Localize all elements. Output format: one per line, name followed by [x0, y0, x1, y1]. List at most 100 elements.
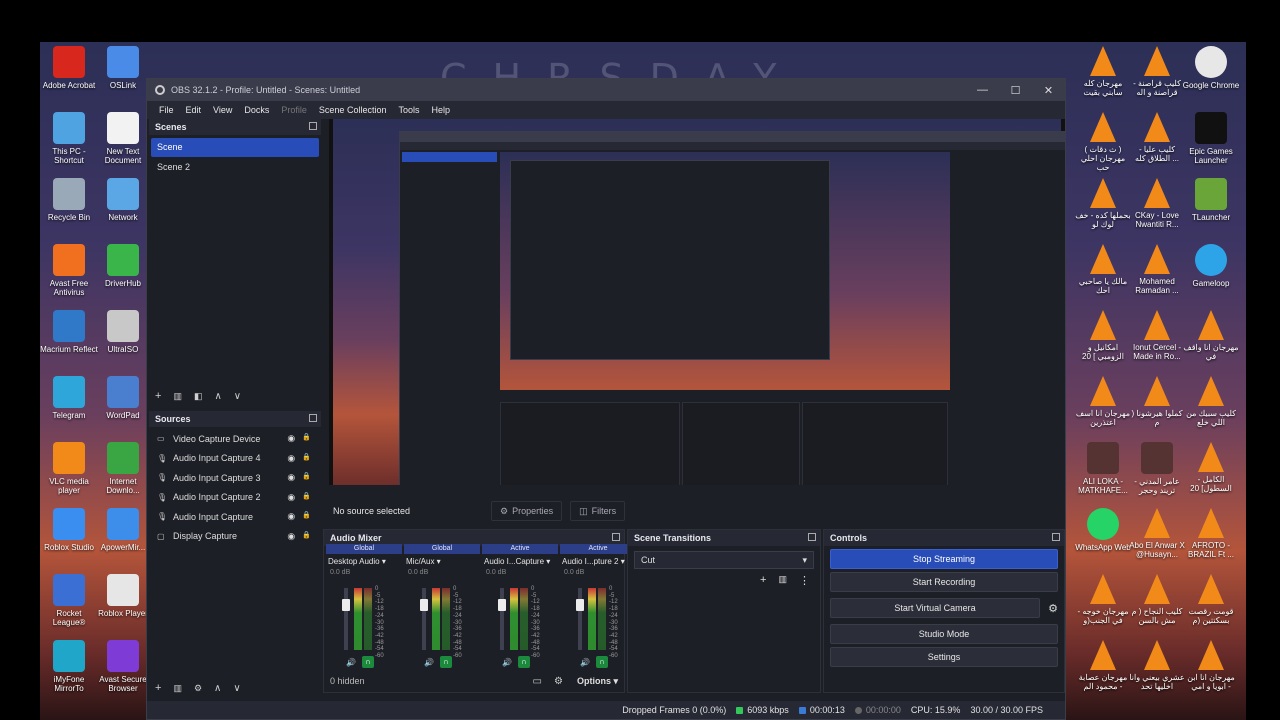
- desktop-icon[interactable]: قومت رقصت بسكتتين (م: [1182, 574, 1240, 625]
- desktop-icon[interactable]: Network: [94, 178, 152, 222]
- desktop-icon[interactable]: كليب سبيك من اللي خلع: [1182, 376, 1240, 427]
- mixer-settings-icon[interactable]: ⚙: [554, 676, 563, 687]
- desktop-icon[interactable]: ApowerMir...: [94, 508, 152, 552]
- lock-icon[interactable]: 🔒: [302, 453, 311, 464]
- desktop-icon[interactable]: Macrium Reflect: [40, 310, 98, 354]
- desktop-icon[interactable]: Avast Free Antivirus: [40, 244, 98, 297]
- source-item[interactable]: 🎙 Audio Input Capture 3 ◉ 🔒: [149, 468, 321, 488]
- source-item[interactable]: 🎙 Audio Input Capture ◉ 🔒: [149, 507, 321, 527]
- desktop-icon[interactable]: Gameloop: [1182, 244, 1240, 288]
- eye-icon[interactable]: ◉: [287, 531, 295, 542]
- eye-icon[interactable]: ◉: [287, 511, 295, 522]
- desktop-icon[interactable]: WhatsApp Web: [1074, 508, 1132, 552]
- menu-edit[interactable]: Edit: [180, 105, 208, 115]
- desktop-icon[interactable]: بحملها كده - خف لوك لو: [1074, 178, 1132, 229]
- headphones-icon[interactable]: ∩: [361, 656, 374, 668]
- desktop-icon[interactable]: Roblox Player: [94, 574, 152, 618]
- fader-knob[interactable]: [498, 599, 506, 611]
- eye-icon[interactable]: ◉: [287, 453, 295, 464]
- speaker-icon[interactable]: 🔊: [424, 658, 434, 667]
- desktop-icon[interactable]: امكانيل و الزومبي ] 20: [1074, 310, 1132, 361]
- properties-button[interactable]: ⚙ Properties: [491, 501, 563, 521]
- speaker-icon[interactable]: 🔊: [580, 658, 590, 667]
- undock-icon[interactable]: [612, 533, 620, 541]
- virtual-camera-settings-icon[interactable]: ⚙: [1042, 602, 1064, 615]
- lock-icon[interactable]: 🔒: [302, 492, 311, 503]
- scene-item[interactable]: Scene: [151, 138, 319, 157]
- move-down-icon[interactable]: ∨: [233, 683, 240, 694]
- desktop-icon[interactable]: كليب عليا - الطلاق كله ...: [1128, 112, 1186, 163]
- channel-name[interactable]: Audio I...Capture ▾: [482, 554, 558, 569]
- desktop-icon[interactable]: Ionut Cercel - Made in Ro...: [1128, 310, 1186, 361]
- desktop-icon[interactable]: كليب قراصنة - قراصنة و اله: [1128, 46, 1186, 97]
- menu-file[interactable]: File: [153, 105, 180, 115]
- stop-streaming-button[interactable]: Stop Streaming: [830, 549, 1058, 569]
- desktop-icon[interactable]: iMyFone MirrorTo: [40, 640, 98, 693]
- minimize-button[interactable]: —: [966, 84, 999, 97]
- desktop-icon[interactable]: Mohamed Ramadan ...: [1128, 244, 1186, 295]
- remove-source-icon[interactable]: ▥: [173, 683, 182, 694]
- volume-fader[interactable]: [342, 588, 350, 650]
- desktop-icon[interactable]: مهرجان عصابة محمود الم -: [1074, 640, 1132, 691]
- menu-view[interactable]: View: [207, 105, 238, 115]
- desktop-icon[interactable]: Abo El Anwar X @Husayn...: [1128, 508, 1186, 559]
- desktop-icon[interactable]: كملوا هيرشونا ( م: [1128, 376, 1186, 427]
- desktop-icon[interactable]: OSLink: [94, 46, 152, 90]
- volume-fader[interactable]: [420, 588, 428, 650]
- desktop-icon[interactable]: مهرجان انا اسف اعتذرين: [1074, 376, 1132, 427]
- desktop-icon[interactable]: New Text Document: [94, 112, 152, 165]
- desktop-icon[interactable]: UltraISO: [94, 310, 152, 354]
- desktop-icon[interactable]: ( ث دقات ) مهرجان احلي حب: [1074, 112, 1132, 172]
- source-item[interactable]: ▭ Video Capture Device ◉ 🔒: [149, 429, 321, 449]
- settings-button[interactable]: Settings: [830, 647, 1058, 667]
- desktop-icon[interactable]: Epic Games Launcher: [1182, 112, 1240, 165]
- eye-icon[interactable]: ◉: [287, 492, 295, 503]
- desktop-icon[interactable]: Internet Downlo...: [94, 442, 152, 495]
- headphones-icon[interactable]: ∩: [595, 656, 608, 668]
- source-item[interactable]: ▢ Display Capture ◉ 🔒: [149, 527, 321, 547]
- lock-icon[interactable]: 🔒: [302, 531, 311, 542]
- move-down-icon[interactable]: ∨: [234, 391, 241, 402]
- desktop-icon[interactable]: مهرجان خوجه - في الجنب(و: [1074, 574, 1132, 625]
- studio-mode-button[interactable]: Studio Mode: [830, 624, 1058, 644]
- add-source-icon[interactable]: +: [155, 682, 161, 694]
- desktop-icon[interactable]: كليب النجاح ( م مش بالسن: [1128, 574, 1186, 625]
- scene-item[interactable]: Scene 2: [151, 158, 319, 177]
- close-button[interactable]: ✕: [1032, 84, 1065, 97]
- undock-icon[interactable]: [309, 122, 317, 130]
- desktop-icon[interactable]: مهرجان انا واقف في: [1182, 310, 1240, 361]
- desktop-icon[interactable]: DriverHub: [94, 244, 152, 288]
- transition-select[interactable]: Cut ▾: [634, 551, 814, 569]
- desktop-icon[interactable]: Telegram: [40, 376, 98, 420]
- move-up-icon[interactable]: ∧: [214, 391, 221, 402]
- desktop-icon[interactable]: This PC - Shortcut: [40, 112, 98, 165]
- headphones-icon[interactable]: ∩: [517, 656, 530, 668]
- start-recording-button[interactable]: Start Recording: [830, 572, 1058, 592]
- add-transition-icon[interactable]: +: [760, 574, 766, 587]
- options-button[interactable]: Options ▾: [577, 676, 618, 687]
- desktop-icon[interactable]: مالك يا صاحبي احك: [1074, 244, 1132, 295]
- desktop-icon[interactable]: Rocket League®: [40, 574, 98, 627]
- scene-filters-icon[interactable]: ◧: [194, 391, 203, 402]
- lock-icon[interactable]: 🔒: [302, 433, 311, 444]
- preview-canvas[interactable]: [329, 119, 1065, 495]
- add-scene-icon[interactable]: +: [155, 390, 161, 402]
- volume-fader[interactable]: [498, 588, 506, 650]
- eye-icon[interactable]: ◉: [287, 472, 295, 483]
- desktop-icon[interactable]: عشري بيعني وانا اخليها تحد: [1128, 640, 1186, 691]
- desktop-icon[interactable]: مهرجان كله سابني بقيت: [1074, 46, 1132, 97]
- channel-name[interactable]: Audio I...pture 2 ▾: [560, 554, 636, 569]
- desktop-icon[interactable]: WordPad: [94, 376, 152, 420]
- desktop-icon[interactable]: VLC media player: [40, 442, 98, 495]
- undock-icon[interactable]: [808, 533, 816, 541]
- desktop-icon[interactable]: Avast Secure Browser: [94, 640, 152, 693]
- desktop-icon[interactable]: Recycle Bin: [40, 178, 98, 222]
- desktop-icon[interactable]: Google Chrome: [1182, 46, 1240, 90]
- filters-button[interactable]: ◫ Filters: [570, 501, 626, 521]
- desktop-icon[interactable]: TLauncher: [1182, 178, 1240, 222]
- desktop-icon[interactable]: Adobe Acrobat: [40, 46, 98, 90]
- undock-icon[interactable]: [1052, 533, 1060, 541]
- desktop-icon[interactable]: AFROTO - BRAZIL Ft ...: [1182, 508, 1240, 559]
- desktop-icon[interactable]: عامر المدني - تريند وحجر: [1128, 442, 1186, 495]
- speaker-icon[interactable]: 🔊: [346, 658, 356, 667]
